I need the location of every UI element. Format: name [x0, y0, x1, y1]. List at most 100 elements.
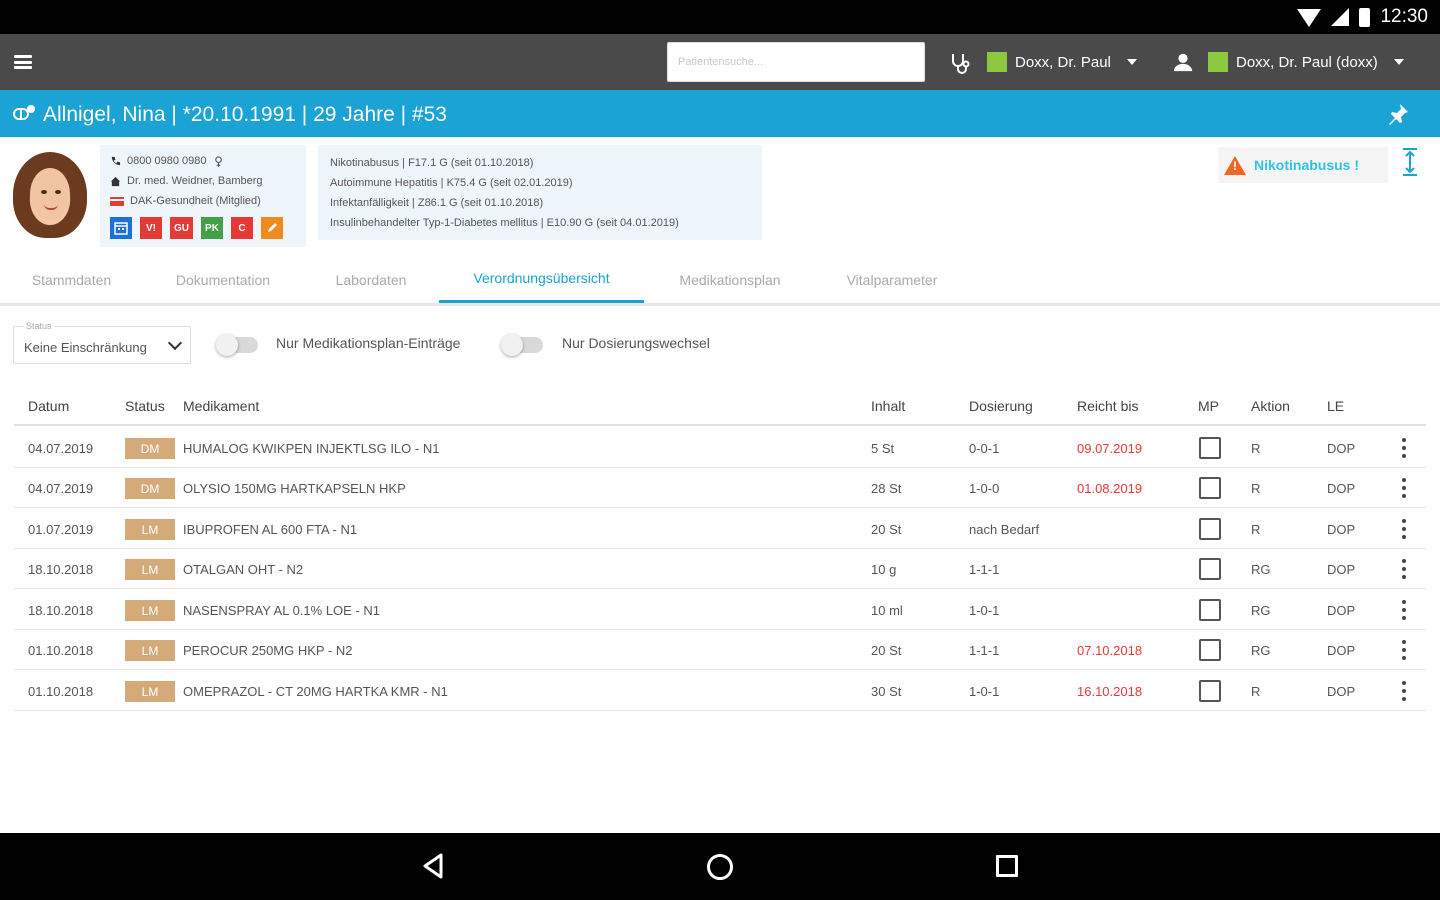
doctor-selector[interactable]: Doxx, Dr. Paul [987, 52, 1137, 72]
home-icon[interactable] [707, 854, 733, 880]
person-icon [1173, 53, 1193, 72]
column-header-le[interactable]: LE [1327, 398, 1344, 414]
cell-le: DOP [1327, 643, 1356, 658]
more-vert-icon[interactable] [1400, 478, 1408, 498]
medikationsplan-toggle[interactable] [216, 334, 258, 356]
warning-icon [1224, 155, 1246, 175]
more-vert-icon[interactable] [1400, 559, 1408, 579]
app-bar: Doxx, Dr. Paul Doxx, Dr. Paul (doxx) [0, 34, 1440, 90]
doctor-color-indicator [987, 52, 1007, 72]
column-header-reicht-bis[interactable]: Reicht bis [1077, 398, 1138, 414]
table-row[interactable]: 18.10.2018 LM NASENSPRAY AL 0.1% LOE - N… [14, 590, 1426, 630]
tab-labordaten[interactable]: Labordaten [303, 256, 439, 303]
column-header-dosierung[interactable]: Dosierung [969, 398, 1033, 414]
cell-medikament: NASENSPRAY AL 0.1% LOE - N1 [183, 603, 381, 618]
mp-checkbox[interactable] [1199, 477, 1221, 499]
battery-icon [1359, 7, 1371, 27]
user-selector[interactable]: Doxx, Dr. Paul (doxx) [1208, 52, 1404, 72]
cell-le: DOP [1327, 562, 1356, 577]
cell-le: DOP [1327, 481, 1356, 496]
cell-dosierung: 0-0-1 [969, 441, 1000, 456]
column-header-datum[interactable]: Datum [28, 398, 69, 414]
status-chip: DM [125, 478, 175, 499]
cell-reicht-bis: 07.10.2018 [1077, 643, 1143, 658]
column-header-medikament[interactable]: Medikament [183, 398, 259, 414]
mp-checkbox[interactable] [1199, 558, 1221, 580]
signal-icon [1331, 8, 1350, 26]
patient-tabs: Stammdaten Dokumentation Labordaten Vero… [0, 256, 1440, 306]
menu-icon[interactable] [14, 55, 32, 69]
more-vert-icon[interactable] [1400, 519, 1408, 539]
patient-search-input[interactable] [667, 42, 925, 82]
table-row[interactable]: 18.10.2018 LM OTALGAN OHT - N2 10 g 1-1-… [14, 549, 1426, 589]
cell-medikament: OLYSIO 150MG HARTKAPSELN HKP [183, 481, 406, 496]
chevron-down-icon [167, 335, 183, 351]
cell-inhalt: 28 St [871, 481, 902, 496]
expand-icon[interactable] [1400, 147, 1420, 177]
back-icon[interactable] [421, 853, 447, 879]
table-row[interactable]: 01.07.2019 LM IBUPROFEN AL 600 FTA - N1 … [14, 509, 1426, 549]
user-color-indicator [1208, 52, 1228, 72]
cell-datum: 04.07.2019 [28, 481, 94, 496]
mp-checkbox[interactable] [1199, 437, 1221, 459]
cell-dosierung: 1-1-1 [969, 562, 1000, 577]
mp-checkbox[interactable] [1199, 639, 1221, 661]
column-header-aktion[interactable]: Aktion [1251, 398, 1290, 414]
patient-avatar [13, 152, 87, 238]
tab-medikationsplan[interactable]: Medikationsplan [644, 256, 816, 303]
calendar-badge[interactable] [110, 217, 132, 239]
status-chip: DM [125, 438, 175, 459]
cell-dosierung: 1-1-1 [969, 643, 1000, 658]
cell-le: DOP [1327, 441, 1356, 456]
diagnosis-item: Infektanfälligkeit | Z86.1 G (seit 01.10… [330, 197, 544, 209]
phone-line: 0800 0980 0980 [110, 151, 296, 171]
cell-le: DOP [1327, 522, 1356, 537]
edit-icon [268, 223, 277, 232]
table-row[interactable]: 01.10.2018 LM PEROCUR 250MG HKP - N2 20 … [14, 630, 1426, 670]
cell-aktion: R [1251, 481, 1261, 496]
more-vert-icon[interactable] [1400, 600, 1408, 620]
tab-dokumentation[interactable]: Dokumentation [143, 256, 303, 303]
badge-pk[interactable]: PK [201, 217, 223, 239]
calendar-icon [114, 222, 128, 235]
status-filter-select[interactable]: Status Keine Einschränkung [13, 321, 191, 364]
badge-v[interactable]: V! [140, 217, 162, 239]
pin-icon[interactable] [1386, 102, 1410, 126]
mp-checkbox[interactable] [1199, 680, 1221, 702]
tab-vitalparameter[interactable]: Vitalparameter [816, 256, 968, 303]
tab-verordnungsuebersicht[interactable]: Verordnungsübersicht [439, 256, 644, 303]
cell-datum: 18.10.2018 [28, 562, 94, 577]
status-chip: LM [125, 681, 175, 702]
badge-c[interactable]: C [231, 217, 253, 239]
tab-stammdaten[interactable]: Stammdaten [0, 256, 143, 303]
recent-apps-icon[interactable] [996, 855, 1018, 877]
risk-alert-label: Nikotinabusus ! [1254, 157, 1360, 173]
cell-inhalt: 20 St [871, 643, 902, 658]
risk-alert[interactable]: Nikotinabusus ! [1218, 147, 1388, 183]
column-header-inhalt[interactable]: Inhalt [871, 398, 905, 414]
more-vert-icon[interactable] [1400, 438, 1408, 458]
cell-aktion: R [1251, 522, 1261, 537]
cell-aktion: RG [1251, 562, 1271, 577]
mp-checkbox[interactable] [1199, 518, 1221, 540]
column-header-mp[interactable]: MP [1198, 398, 1219, 414]
badge-gu[interactable]: GU [170, 217, 193, 239]
dosierungswechsel-toggle[interactable] [501, 334, 543, 356]
table-row[interactable]: 04.07.2019 DM HUMALOG KWIKPEN INJEKTLSG … [14, 428, 1426, 468]
cell-reicht-bis: 01.08.2019 [1077, 481, 1143, 496]
table-row[interactable]: 04.07.2019 DM OLYSIO 150MG HARTKAPSELN H… [14, 468, 1426, 508]
table-row[interactable]: 01.10.2018 LM OMEPRAZOL - CT 20MG HARTKA… [14, 671, 1426, 711]
edit-badge[interactable] [261, 217, 283, 239]
pill-icon [13, 105, 35, 120]
more-vert-icon[interactable] [1400, 640, 1408, 660]
patient-header: Allnigel, Nina | *20.10.1991 | 29 Jahre … [0, 90, 1440, 137]
column-header-status[interactable]: Status [125, 398, 165, 414]
insurance-card-icon [110, 196, 124, 206]
chevron-down-icon [1393, 59, 1404, 65]
more-vert-icon[interactable] [1400, 681, 1408, 701]
status-filter-value: Keine Einschränkung [24, 340, 147, 355]
cell-aktion: R [1251, 684, 1261, 699]
mp-checkbox[interactable] [1199, 599, 1221, 621]
female-icon [214, 155, 222, 167]
patient-insurance: DAK-Gesundheit (Mitglied) [130, 195, 261, 207]
